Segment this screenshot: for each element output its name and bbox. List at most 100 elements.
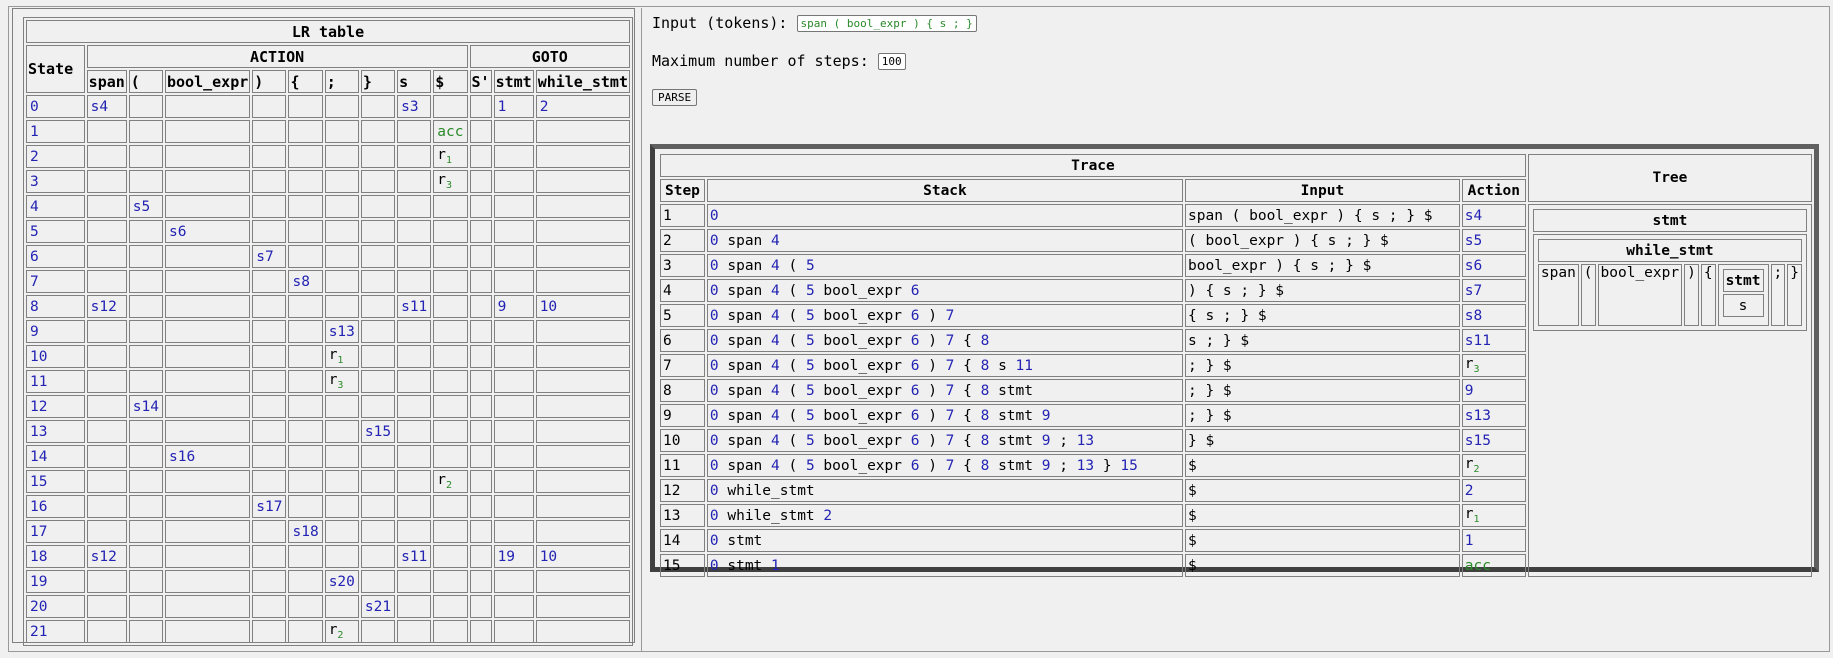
lr-cell <box>165 270 251 293</box>
lr-cell <box>493 145 534 168</box>
lr-cell <box>535 370 630 393</box>
tree-leaf: bool_expr <box>1597 264 1683 326</box>
lr-cell <box>360 570 396 593</box>
lr-state: 13 <box>26 420 85 443</box>
lr-cell: r2 <box>433 470 468 493</box>
lr-cell <box>324 170 359 193</box>
lr-state: 18 <box>26 545 85 568</box>
trace-stack: 0 span 4 ( 5 bool_expr 6 ) 7 { 8 s 11 <box>706 354 1183 377</box>
lr-cell <box>433 520 468 543</box>
lr-cell <box>493 270 534 293</box>
lr-cell <box>165 595 251 618</box>
max-steps-input[interactable]: 100 <box>877 53 906 70</box>
lr-cell <box>469 220 492 243</box>
lr-cell <box>535 320 630 343</box>
lr-state: 10 <box>26 345 85 368</box>
tree-cell: stmt while_stmt span(bool_expr){stmt s;} <box>1527 204 1812 577</box>
tree-leaf: stmt s <box>1717 264 1769 326</box>
lr-cell <box>128 595 163 618</box>
trace-step: 6 <box>660 329 705 352</box>
lr-cell: 1 <box>493 95 534 118</box>
trace-step: 12 <box>660 479 705 502</box>
lr-cell: s3 <box>397 95 432 118</box>
lr-cell <box>433 545 468 568</box>
lr-col-header: ) <box>252 70 287 93</box>
lr-cell <box>433 95 468 118</box>
lr-cell <box>397 445 432 468</box>
trace-step: 3 <box>660 254 705 277</box>
lr-cell <box>433 495 468 518</box>
trace-table: Trace Tree Step Stack Input Action 1 0 span (… <box>658 152 1814 579</box>
trace-action: 2 <box>1461 479 1526 502</box>
trace-input: ; } $ <box>1185 354 1460 377</box>
trace-stack: 0 span 4 ( 5 bool_expr 6 ) 7 <box>706 304 1183 327</box>
trace-action: s7 <box>1461 279 1526 302</box>
lr-cell <box>360 145 396 168</box>
lr-cell <box>360 520 396 543</box>
lr-cell <box>360 320 396 343</box>
trace-action: s6 <box>1461 254 1526 277</box>
lr-cell <box>252 170 287 193</box>
tokens-input[interactable]: span ( bool_expr ) { s ; } <box>796 15 977 32</box>
trace-input: } $ <box>1185 429 1460 452</box>
lr-cell <box>165 620 251 643</box>
lr-cell <box>128 420 163 443</box>
lr-state: 19 <box>26 570 85 593</box>
lr-column-headers: span(bool_expr){;} s $ S' stmt while_stmt <box>26 70 630 93</box>
lr-cell <box>493 370 534 393</box>
lr-cell <box>252 120 287 143</box>
max-steps-label: Maximum number of steps: <box>652 52 869 70</box>
trace-input: bool_expr ) { s ; } $ <box>1185 254 1460 277</box>
parse-button[interactable]: PARSE <box>652 89 698 106</box>
lr-cell: s18 <box>288 520 323 543</box>
trace-stack: 0 while_stmt <box>706 479 1183 502</box>
lr-cell <box>128 495 163 518</box>
lr-cell <box>86 370 127 393</box>
lr-cell <box>360 170 396 193</box>
lr-cell <box>86 420 127 443</box>
trace-input: $ <box>1185 504 1460 527</box>
lr-cell <box>128 295 163 318</box>
lr-cell <box>535 420 630 443</box>
lr-cell <box>493 420 534 443</box>
lr-row: 21 r2 <box>26 620 630 643</box>
lr-state: 15 <box>26 470 85 493</box>
lr-cell <box>288 345 323 368</box>
lr-cell <box>128 95 163 118</box>
lr-cell <box>433 245 468 268</box>
lr-cell <box>324 445 359 468</box>
lr-cell <box>252 595 287 618</box>
lr-cell <box>360 95 396 118</box>
lr-cell <box>360 620 396 643</box>
lr-cell <box>128 320 163 343</box>
lr-cell <box>86 120 127 143</box>
lr-cell <box>360 370 396 393</box>
lr-cell <box>288 120 323 143</box>
lr-cell <box>324 295 359 318</box>
lr-row: 17 s18 <box>26 520 630 543</box>
lr-col-header: } <box>360 70 396 93</box>
lr-cell <box>128 520 163 543</box>
lr-cell <box>535 220 630 243</box>
lr-cell <box>493 445 534 468</box>
lr-cell <box>252 220 287 243</box>
lr-cell <box>86 470 127 493</box>
lr-cell <box>360 470 396 493</box>
lr-cell <box>324 495 359 518</box>
lr-cell <box>535 470 630 493</box>
lr-row: 19 s20 <box>26 570 630 593</box>
lr-cell <box>397 495 432 518</box>
lr-cell <box>86 620 127 643</box>
trace-input: $ <box>1185 554 1460 577</box>
trace-action: r1 <box>1461 504 1526 527</box>
trace-step: 15 <box>660 554 705 577</box>
input-label: Input (tokens): <box>652 14 788 32</box>
lr-row: 11 r3 <box>26 370 630 393</box>
tree-node-stmt: stmt <box>1532 209 1807 232</box>
lr-cell <box>397 120 432 143</box>
lr-cell <box>535 345 630 368</box>
lr-cell <box>397 520 432 543</box>
trace-step: 8 <box>660 379 705 402</box>
trace-action: s5 <box>1461 229 1526 252</box>
trace-stack: 0 <box>706 204 1183 227</box>
